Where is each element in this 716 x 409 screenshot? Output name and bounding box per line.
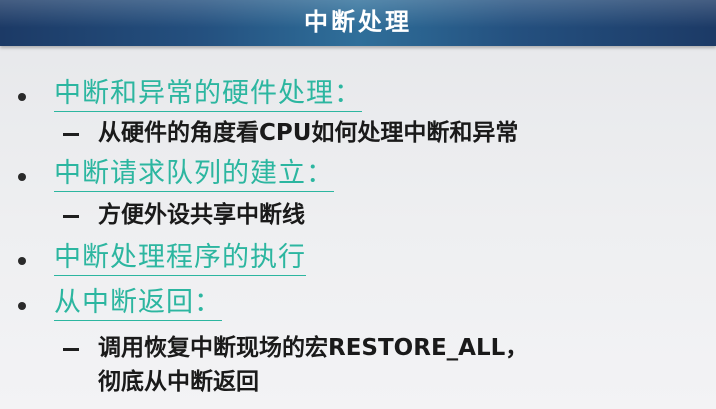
bullet-item-return-from-interrupt: 从中断返回： xyxy=(54,287,222,321)
sub-item-restore-all-continued: 彻底从中断返回 xyxy=(98,369,259,395)
bullet-item-request-queue: 中断请求队列的建立： xyxy=(54,158,334,192)
bullet-icon xyxy=(18,173,26,181)
bullet-icon xyxy=(18,257,26,265)
sub-item-shared-irq-line: 方便外设共享中断线 xyxy=(98,202,305,228)
sub-item-hardware-perspective: 从硬件的角度看CPU如何处理中断和异常 xyxy=(98,120,519,146)
dash-icon xyxy=(63,348,79,351)
slide-title: 中断处理 xyxy=(304,8,412,36)
slide: 中断处理 中断和异常的硬件处理： 从硬件的角度看CPU如何处理中断和异常 中断请… xyxy=(0,0,716,409)
dash-icon xyxy=(63,133,79,136)
sub-item-restore-all-macro: 调用恢复中断现场的宏RESTORE_ALL， xyxy=(98,335,529,361)
bullet-icon xyxy=(18,93,26,101)
bullet-item-handler-execution: 中断处理程序的执行 xyxy=(54,242,306,276)
bullet-item-hardware-handling: 中断和异常的硬件处理： xyxy=(54,78,362,112)
bullet-icon xyxy=(18,302,26,310)
dash-icon xyxy=(63,215,79,218)
